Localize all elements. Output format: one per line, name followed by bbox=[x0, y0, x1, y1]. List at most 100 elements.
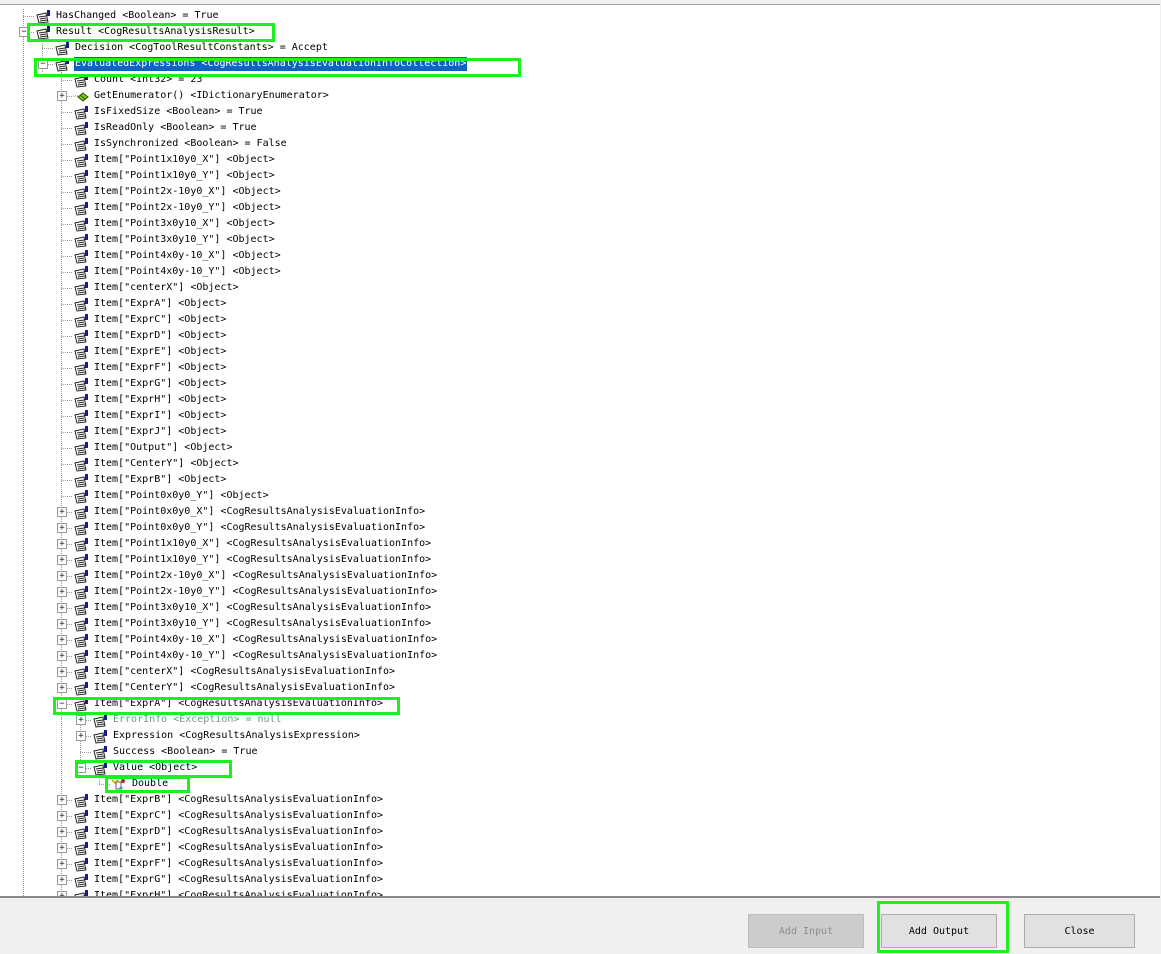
expand-icon[interactable]: + bbox=[57, 619, 67, 629]
tree-node[interactable]: + Item["ExprF"] <CogResultsAnalysisEvalua… bbox=[0, 856, 1160, 872]
tree-node[interactable]: IsReadOnly <Boolean> = True bbox=[0, 120, 1160, 136]
tree-node[interactable]: Item["ExprD"] <Object> bbox=[0, 328, 1160, 344]
tree-node[interactable]: + Item["Point2x-10y0_X"] <CogResultsAnaly… bbox=[0, 568, 1160, 584]
tree-node[interactable]: Item["ExprC"] <Object> bbox=[0, 312, 1160, 328]
tree-node[interactable]: + Item["ExprD"] <CogResultsAnalysisEvalua… bbox=[0, 824, 1160, 840]
tree-node[interactable]: + Item["Point0x0y0_X"] <CogResultsAnalysi… bbox=[0, 504, 1160, 520]
tree-node[interactable]: + Item["Point4x0y-10_Y"] <CogResultsAnaly… bbox=[0, 648, 1160, 664]
collapse-icon[interactable]: − bbox=[76, 763, 86, 773]
expand-icon[interactable]: + bbox=[57, 635, 67, 645]
tree-node[interactable]: Item["ExprE"] <Object> bbox=[0, 344, 1160, 360]
tree-node[interactable]: + Item["ExprE"] <CogResultsAnalysisEvalua… bbox=[0, 840, 1160, 856]
tree-node[interactable]: Item["Output"] <Object> bbox=[0, 440, 1160, 456]
tree-node[interactable]: + Item["Point3x0y10_Y"] <CogResultsAnalys… bbox=[0, 616, 1160, 632]
tree-node[interactable]: + Item["Point0x0y0_Y"] <CogResultsAnalysi… bbox=[0, 520, 1160, 536]
close-button[interactable]: Close bbox=[1024, 914, 1135, 948]
tree-node[interactable]: + Item["ExprB"] <CogResultsAnalysisEvalua… bbox=[0, 792, 1160, 808]
expand-icon[interactable]: + bbox=[57, 843, 67, 853]
tree-node-label: Item["Point0x0y0_Y"] <CogResultsAnalysis… bbox=[94, 522, 426, 533]
tree-connector bbox=[61, 464, 72, 465]
tree-node[interactable]: Item["Point3x0y10_Y"] <Object> bbox=[0, 232, 1160, 248]
expand-icon[interactable]: + bbox=[76, 715, 86, 725]
property-icon bbox=[73, 201, 89, 216]
tree-node[interactable]: Item["ExprG"] <Object> bbox=[0, 376, 1160, 392]
tree-node[interactable]: Item["ExprA"] <Object> bbox=[0, 296, 1160, 312]
expand-icon[interactable]: + bbox=[57, 891, 67, 896]
tree-node[interactable]: Double bbox=[0, 776, 1160, 792]
tree-connector bbox=[61, 400, 72, 401]
tree-node[interactable]: Item["Point0x0y0_Y"] <Object> bbox=[0, 488, 1160, 504]
tree-node[interactable]: HasChanged <Boolean> = True bbox=[0, 8, 1160, 24]
tree-node[interactable]: + GetEnumerator() <IDictionaryEnumerator> bbox=[0, 88, 1160, 104]
property-icon bbox=[73, 185, 89, 200]
tree-node[interactable]: Success <Boolean> = True bbox=[0, 744, 1160, 760]
expand-icon[interactable]: + bbox=[57, 555, 67, 565]
tree-node[interactable]: Item["ExprB"] <Object> bbox=[0, 472, 1160, 488]
tree-node[interactable]: Item["ExprF"] <Object> bbox=[0, 360, 1160, 376]
expand-icon[interactable]: + bbox=[57, 571, 67, 581]
tree-node-label: Item["Point3x0y10_X"] <Object> bbox=[94, 218, 275, 229]
collapse-icon[interactable]: − bbox=[57, 699, 67, 709]
tree-node[interactable]: + Item["Point1x10y0_Y"] <CogResultsAnalys… bbox=[0, 552, 1160, 568]
expand-icon[interactable]: + bbox=[57, 91, 67, 101]
tree-node[interactable]: + Item["ExprH"] <CogResultsAnalysisEvalua… bbox=[0, 888, 1160, 896]
tree-node[interactable]: + Item["ExprG"] <CogResultsAnalysisEvalua… bbox=[0, 872, 1160, 888]
add-output-button[interactable]: Add Output bbox=[881, 914, 997, 948]
tree-node[interactable]: Item["Point4x0y-10_X"] <Object> bbox=[0, 248, 1160, 264]
tree-node[interactable]: + ErrorInfo <Exception> = null bbox=[0, 712, 1160, 728]
expand-icon[interactable]: + bbox=[57, 603, 67, 613]
tree-node[interactable]: + Item["Point1x10y0_X"] <CogResultsAnalys… bbox=[0, 536, 1160, 552]
property-icon bbox=[92, 761, 108, 776]
tree-node[interactable]: Item["ExprJ"] <Object> bbox=[0, 424, 1160, 440]
expand-icon[interactable]: + bbox=[57, 683, 67, 693]
tree-node[interactable]: Item["Point2x-10y0_X"] <Object> bbox=[0, 184, 1160, 200]
tree-connector bbox=[61, 224, 72, 225]
tree-node-label: Item["Point4x0y-10_X"] <Object> bbox=[94, 250, 281, 261]
expand-icon[interactable]: + bbox=[57, 587, 67, 597]
results-tree-view[interactable]: HasChanged <Boolean> = True − Result <CogR… bbox=[0, 4, 1160, 898]
tree-node[interactable]: Count <Int32> = 23 bbox=[0, 72, 1160, 88]
expand-icon[interactable]: + bbox=[57, 523, 67, 533]
property-icon bbox=[73, 841, 89, 856]
tree-node[interactable]: IsSynchronized <Boolean> = False bbox=[0, 136, 1160, 152]
expand-icon[interactable]: + bbox=[57, 507, 67, 517]
tree-node[interactable]: − Value <Object> bbox=[0, 760, 1160, 776]
add-input-button[interactable]: Add Input bbox=[748, 914, 864, 948]
tree-node[interactable]: + Item["CenterY"] <CogResultsAnalysisEval… bbox=[0, 680, 1160, 696]
tree-node[interactable]: − Item["ExprA"] <CogResultsAnalysisEvalua… bbox=[0, 696, 1160, 712]
collapse-icon[interactable]: − bbox=[38, 59, 48, 69]
expand-icon[interactable]: + bbox=[57, 827, 67, 837]
tree-node[interactable]: + Item["Point2x-10y0_Y"] <CogResultsAnaly… bbox=[0, 584, 1160, 600]
tree-connector bbox=[61, 176, 72, 177]
tree-node[interactable]: Item["Point1x10y0_X"] <Object> bbox=[0, 152, 1160, 168]
expand-icon[interactable]: + bbox=[57, 811, 67, 821]
tree-node[interactable]: + Item["ExprC"] <CogResultsAnalysisEvalua… bbox=[0, 808, 1160, 824]
expand-icon[interactable]: + bbox=[57, 539, 67, 549]
expand-icon[interactable]: + bbox=[57, 875, 67, 885]
expand-icon[interactable]: + bbox=[57, 651, 67, 661]
tree-node[interactable]: Item["Point4x0y-10_Y"] <Object> bbox=[0, 264, 1160, 280]
tree-node-label: Success <Boolean> = True bbox=[113, 746, 258, 757]
expand-icon[interactable]: + bbox=[57, 667, 67, 677]
tree-node[interactable]: + Expression <CogResultsAnalysisExpressio… bbox=[0, 728, 1160, 744]
tree-node-label: Item["Point1x10y0_X"] <CogResultsAnalysi… bbox=[94, 538, 432, 549]
expand-icon[interactable]: + bbox=[76, 731, 86, 741]
collapse-icon[interactable]: − bbox=[19, 27, 29, 37]
tree-node[interactable]: Item["centerX"] <Object> bbox=[0, 280, 1160, 296]
tree-node[interactable]: Item["ExprH"] <Object> bbox=[0, 392, 1160, 408]
tree-node[interactable]: Decision <CogToolResultConstants> = Acce… bbox=[0, 40, 1160, 56]
tree-node[interactable]: IsFixedSize <Boolean> = True bbox=[0, 104, 1160, 120]
tree-node[interactable]: Item["CenterY"] <Object> bbox=[0, 456, 1160, 472]
tree-node[interactable]: Item["Point2x-10y0_Y"] <Object> bbox=[0, 200, 1160, 216]
tree-node[interactable]: − Result <CogResultsAnalysisResult> bbox=[0, 24, 1160, 40]
property-icon bbox=[73, 633, 89, 648]
tree-node[interactable]: + Item["Point3x0y10_X"] <CogResultsAnalys… bbox=[0, 600, 1160, 616]
tree-node[interactable]: Item["Point1x10y0_Y"] <Object> bbox=[0, 168, 1160, 184]
expand-icon[interactable]: + bbox=[57, 795, 67, 805]
tree-node[interactable]: + Item["Point4x0y-10_X"] <CogResultsAnaly… bbox=[0, 632, 1160, 648]
tree-node[interactable]: + Item["centerX"] <CogResultsAnalysisEval… bbox=[0, 664, 1160, 680]
expand-icon[interactable]: + bbox=[57, 859, 67, 869]
tree-node[interactable]: Item["Point3x0y10_X"] <Object> bbox=[0, 216, 1160, 232]
tree-node[interactable]: Item["ExprI"] <Object> bbox=[0, 408, 1160, 424]
tree-node[interactable]: − EvaluatedExpressions <CogResultsAnalysi… bbox=[0, 56, 1160, 72]
